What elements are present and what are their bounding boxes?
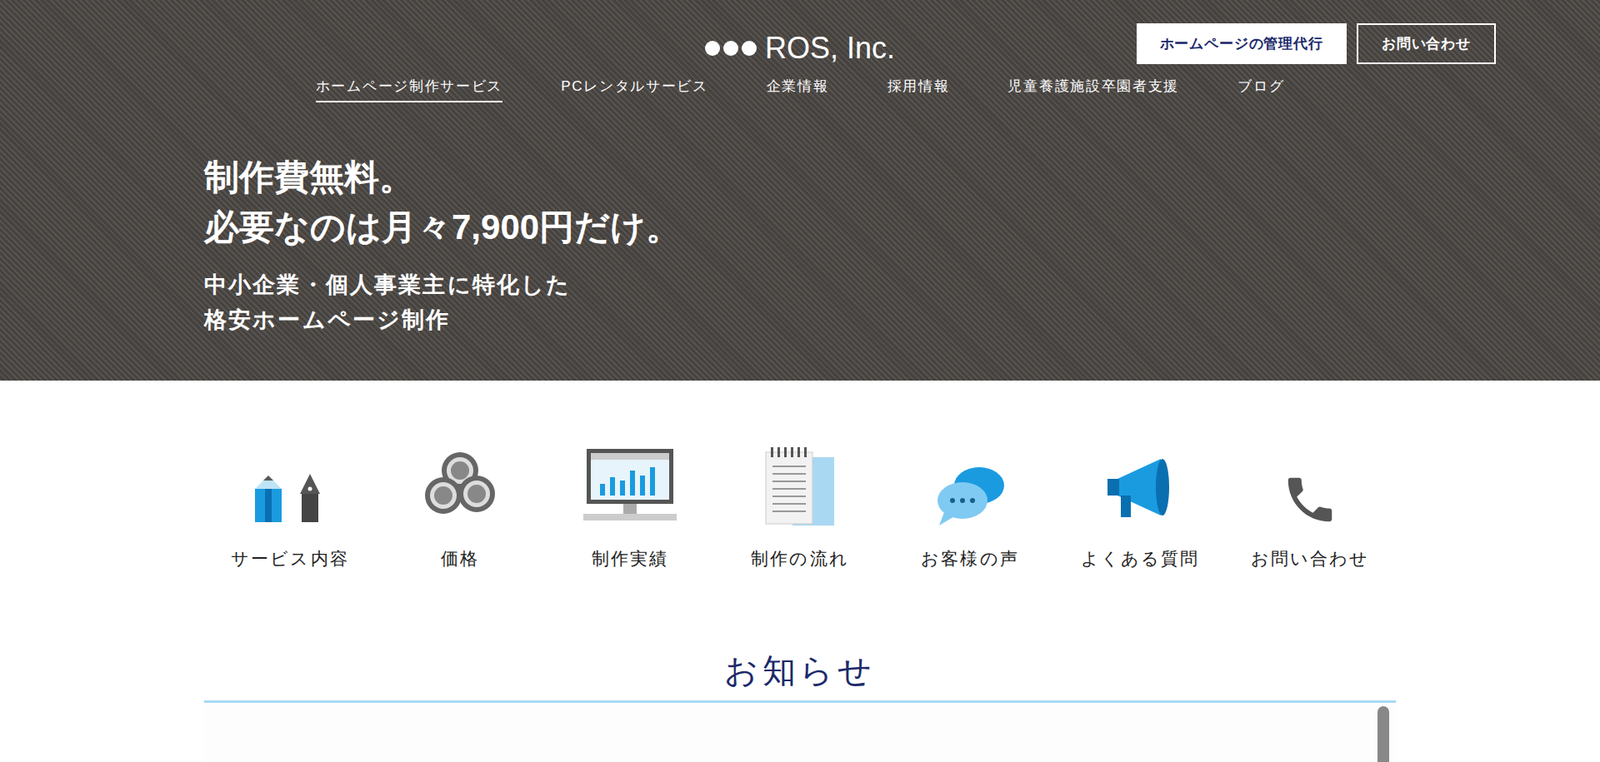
menu-item[interactable]: 制作実績 [545, 437, 715, 573]
phone-icon [1280, 470, 1340, 530]
nav-item[interactable]: ホームページ制作サービス [315, 75, 503, 103]
contact-button[interactable]: お問い合わせ [1356, 23, 1496, 65]
nav-item[interactable]: 児童養護施設卒園者支援 [1007, 75, 1180, 103]
menu-item[interactable]: よくある質問 [1055, 437, 1225, 573]
logo-dot [741, 40, 757, 56]
main-nav: ホームページ制作サービス PCレンタルサービス 企業情報 採用情報 児童養護施設卒園者支… [0, 75, 1600, 103]
pencil-pen-icon [248, 470, 332, 530]
chat-bubbles-icon [932, 462, 1008, 530]
management-button[interactable]: ホームページの管理代行 [1136, 23, 1347, 65]
nav-item[interactable]: 企業情報 [766, 75, 830, 103]
megaphone-icon [1102, 454, 1178, 530]
coins-icon [418, 445, 502, 530]
menu-item[interactable]: サービス内容 [205, 437, 375, 573]
nav-item[interactable]: 採用情報 [887, 75, 950, 103]
hero-title: 制作費無料。必要なのは月々7,900円だけ。 [204, 152, 1600, 255]
menu-item[interactable]: 価格 [375, 437, 545, 573]
notepad-icon [762, 445, 838, 530]
hero: ROS, Inc. ホームページの管理代行お問い合わせホームページ制作サービス PC… [0, 0, 1600, 381]
news-heading: お知らせ [204, 649, 1396, 693]
logo[interactable]: ROS, Inc. [705, 23, 895, 64]
menu-icons: サービス内容価格制作実績制作の流れお客様の声よくある質問お問い合わせ [0, 437, 1600, 573]
menu-item[interactable]: お客様の声 [885, 437, 1055, 573]
page: ROS, Inc.ホームページの管理代行お問い合わせホームページ制作サービスPC… [0, 0, 1600, 762]
monitor-chart-icon [581, 445, 679, 530]
scrollbar-thumb[interactable] [1377, 706, 1390, 762]
menu-item[interactable]: お問い合わせ [1225, 437, 1395, 573]
logo-dot [705, 40, 720, 56]
news-box [204, 703, 1396, 762]
nav-item[interactable]: ブログ [1237, 75, 1285, 103]
menu-item[interactable]: 制作の流れ [715, 437, 885, 573]
hero-subtitle: 中小企業・個人事業主に特化した格安ホームページ制作 [204, 268, 1600, 339]
nav-item[interactable]: PCレンタルサービス [560, 75, 709, 103]
hero-copy: 制作費無料。必要なのは月々7,900円だけ。中小企業・個人事業主に特化した格安ホ… [0, 152, 1600, 339]
news: お知らせ [204, 649, 1396, 762]
logo-dot [723, 40, 739, 56]
header: ROS, Inc. ホームページの管理代行お問い合わせ [0, 0, 1600, 65]
